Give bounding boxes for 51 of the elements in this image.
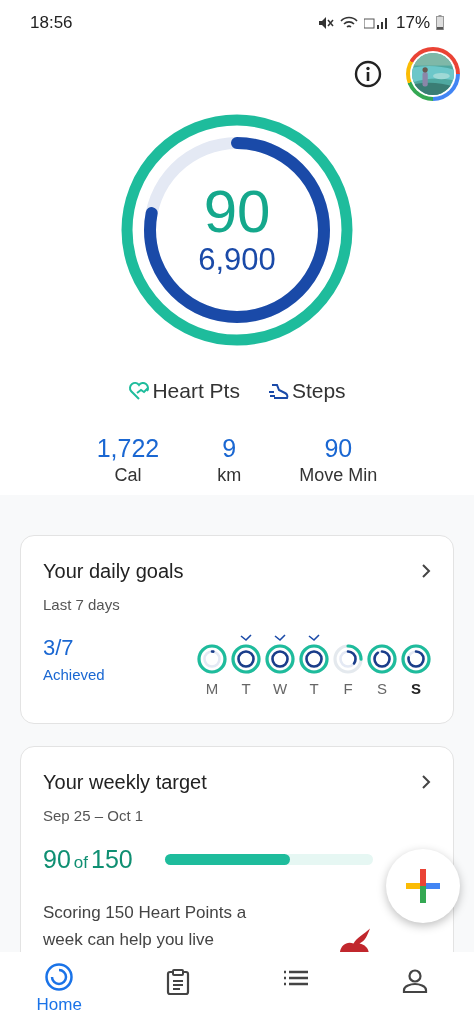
day-label: F (343, 679, 353, 699)
home-ring-icon (44, 962, 75, 992)
day-steps-ring (305, 650, 323, 668)
day-label: M (205, 679, 219, 699)
day-label: W (272, 679, 288, 699)
info-button[interactable] (354, 59, 384, 89)
stat-label: km (217, 463, 242, 487)
card-subtitle: Last 7 days (43, 594, 121, 615)
weekly-target-card[interactable]: Your weekly target Sep 25 – Oct 1 90 of 150 Scoring 150 Heart Points a week can help you live (20, 745, 454, 952)
legend-label: Heart Pts (152, 378, 240, 404)
card-title: Your daily goals (43, 558, 184, 584)
battery-icon (436, 15, 444, 30)
day-label: S (411, 679, 421, 699)
status-time: 18:56 (30, 11, 73, 34)
stat-label: Move Min (299, 463, 378, 487)
legend-label: Steps (291, 378, 346, 404)
stat-value: 90 (324, 432, 353, 463)
avatar-button[interactable] (406, 47, 460, 101)
day-label: T (309, 679, 319, 699)
signal-icon (363, 15, 390, 30)
mute-icon (317, 15, 334, 30)
plus-icon (406, 869, 440, 903)
score-of: of (73, 852, 88, 874)
list-icon (283, 968, 310, 988)
stat-value: 9 (222, 432, 237, 463)
card-title: Your weekly target (43, 769, 207, 795)
score-target: 150 (91, 844, 133, 875)
day-steps-ring (271, 650, 289, 668)
daily-goals-card[interactable]: Your daily goals Last 7 days 3/7 Achieved M T W T F S S (20, 534, 454, 724)
achieved-label: Achieved (43, 665, 105, 685)
day-steps-ring (373, 650, 391, 668)
day-label: T (241, 679, 251, 699)
chevron-right-icon (421, 773, 431, 790)
clipboard-icon (164, 968, 191, 996)
heart-points-value: 90 (203, 182, 271, 242)
score-value: 90 (43, 844, 71, 875)
battery-percent: 17% (395, 11, 430, 34)
heart-icon (128, 380, 151, 401)
day-label: S (377, 679, 387, 699)
stat-value: 1,722 (96, 432, 160, 463)
day-steps-ring (237, 650, 255, 668)
steps-value: 6,900 (198, 242, 276, 278)
nav-tab[interactable]: Home (24, 962, 95, 1018)
target-description: Scoring 150 Heart Points a week can help you live (43, 901, 248, 951)
stat-label: Cal (114, 463, 142, 487)
day-steps-ring (407, 650, 425, 668)
profile-icon (401, 968, 428, 994)
chevron-right-icon (421, 562, 431, 579)
card-subtitle: Sep 25 – Oct 1 (43, 805, 145, 826)
achieved-count: 3/7 (43, 634, 75, 662)
wifi-icon (339, 15, 358, 30)
